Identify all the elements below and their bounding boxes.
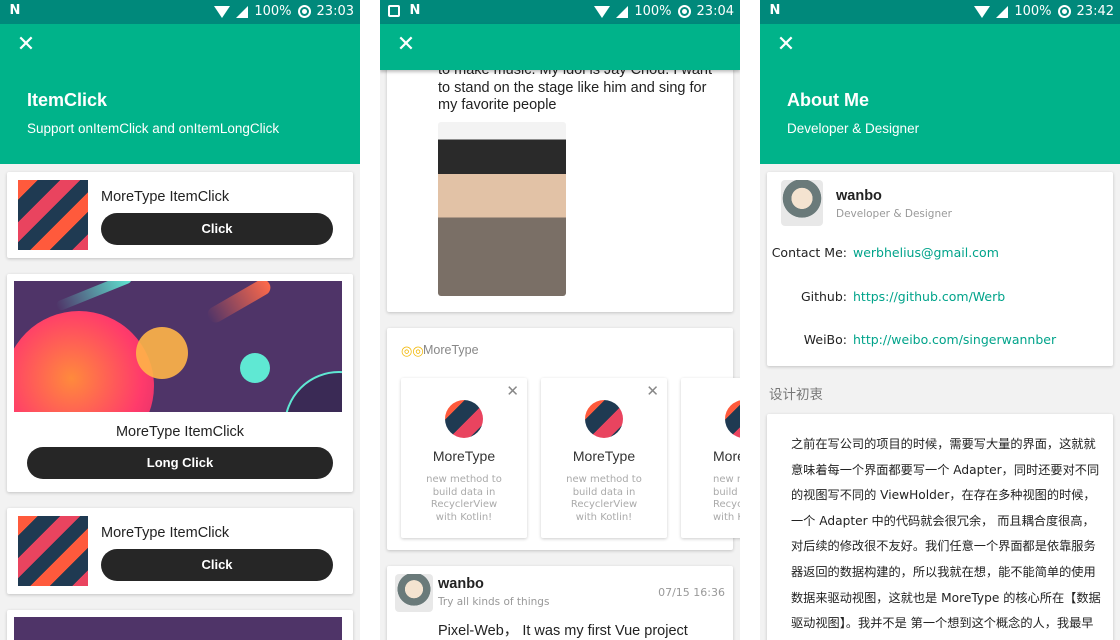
space-illustration (14, 281, 342, 412)
wifi-icon (974, 5, 991, 18)
dnd-icon (677, 5, 691, 18)
battery-text: 100% (1014, 4, 1052, 19)
clock: 23:42 (1076, 4, 1114, 19)
dnd-icon (297, 5, 311, 18)
status-bar: N 100% 23:42 (760, 0, 1120, 24)
glasses-icon: ◎◎ (401, 344, 424, 359)
moretype-card[interactable]: MoreType new method to build data in Rec… (681, 378, 740, 538)
click-button[interactable]: Click (101, 213, 333, 245)
screen-itemclick: N 100% 23:03 ✕ ItemClick Support onItemC… (0, 0, 360, 640)
wifi-icon (594, 5, 611, 18)
close-icon[interactable]: ✕ (646, 382, 659, 400)
close-icon[interactable]: ✕ (506, 382, 519, 400)
close-icon[interactable]: ✕ (15, 34, 37, 56)
list-item[interactable]: MoreType ItemClick Click (7, 172, 353, 258)
status-bar: N 100% 23:03 (0, 0, 360, 24)
weibo-link[interactable]: http://weibo.com/singerwannber (853, 332, 1056, 347)
moretype-logo-icon (725, 400, 740, 438)
section-title: 设计初衷 (769, 387, 823, 403)
status-bar: N 100% 23:04 (380, 0, 740, 24)
moretype-card[interactable]: ✕ MoreType new method to build data in R… (401, 378, 527, 538)
n-notification-icon: N (9, 3, 21, 18)
app-bar: ✕ ItemClick Support onItemClick and onIt… (0, 24, 360, 164)
signal-icon (236, 5, 249, 18)
profile-card: wanbo Developer & Designer Contact Me: w… (767, 172, 1113, 366)
signal-icon (996, 5, 1009, 18)
click-button[interactable]: Click (101, 549, 333, 581)
page-subtitle: Support onItemClick and onItemLongClick (27, 121, 280, 136)
page-subtitle: Developer & Designer (787, 121, 920, 136)
list-item[interactable]: MoreType ItemClick Click (7, 508, 353, 594)
clock: 23:03 (316, 4, 354, 19)
card-description: new method to build data in RecyclerView… (426, 474, 502, 523)
profile-name: wanbo (836, 188, 882, 204)
avatar (395, 574, 433, 612)
app-bar: ✕ (380, 24, 740, 70)
item-label: MoreType ItemClick (115, 424, 245, 440)
battery-text: 100% (634, 4, 672, 19)
card-title: MoreType (432, 448, 496, 464)
post-card[interactable]: to make music. My idol is Jay Chou. I wa… (387, 40, 733, 312)
battery-text: 100% (254, 4, 292, 19)
dnd-icon (1057, 5, 1071, 18)
github-link[interactable]: https://github.com/Werb (853, 289, 1005, 304)
author-tagline: Try all kinds of things (438, 596, 550, 608)
avatar (781, 180, 823, 226)
person-photo (438, 122, 566, 296)
signal-icon (616, 5, 629, 18)
long-click-button[interactable]: Long Click (27, 447, 333, 479)
section-title: MoreType (423, 343, 479, 357)
github-label: Github: (800, 289, 847, 304)
page-title: About Me (787, 90, 869, 110)
screen-feed: N 100% 23:04 ✕ to make music. My idol is… (380, 0, 740, 640)
moretype-logo-icon (445, 400, 483, 438)
weibo-label: WeiBo: (803, 332, 847, 347)
card-description: new method to build data in RecyclerView… (713, 474, 740, 523)
moretype-logo-icon (585, 400, 623, 438)
page-title: ItemClick (27, 90, 108, 110)
screen-about-me: N 100% 23:42 ✕ About Me Developer & Desi… (760, 0, 1120, 640)
card-description: new method to build data in RecyclerView… (566, 474, 642, 523)
contact-label: Contact Me: (771, 245, 847, 260)
item-label: MoreType ItemClick (101, 525, 230, 541)
app-bar: ✕ About Me Developer & Designer (760, 24, 1120, 164)
image-notification-icon (388, 5, 400, 17)
post-card[interactable]: wanbo Try all kinds of things 07/15 16:3… (387, 566, 733, 640)
description-text: 之前在写公司的项目的时候，需要写大量的界面，这就就意味着每一个界面都要写一个 A… (791, 437, 1101, 631)
close-icon[interactable]: ✕ (775, 34, 797, 56)
moretype-card[interactable]: ✕ MoreType new method to build data in R… (541, 378, 667, 538)
thumbnail-image (18, 180, 88, 250)
space-illustration (14, 617, 342, 640)
description-card: 之前在写公司的项目的时候，需要写大量的界面，这就就意味着每一个界面都要写一个 A… (767, 414, 1113, 640)
email-link[interactable]: werbhelius@gmail.com (853, 245, 999, 260)
thumbnail-image (18, 516, 88, 586)
list-item[interactable] (7, 610, 353, 640)
post-time: 07/15 16:36 (658, 586, 725, 599)
card-title: MoreType (572, 448, 636, 464)
profile-role: Developer & Designer (836, 208, 952, 220)
n-notification-icon: N (769, 3, 781, 18)
clock: 23:04 (696, 4, 734, 19)
item-label: MoreType ItemClick (101, 189, 230, 205)
list-item[interactable]: MoreType ItemClick Long Click (7, 274, 353, 492)
n-notification-icon: N (409, 3, 421, 18)
moretype-section: ◎◎ MoreType ✕ MoreType new method to bui… (387, 328, 740, 550)
close-icon[interactable]: ✕ (395, 34, 417, 56)
card-title: MoreType (713, 448, 740, 464)
post-text: Pixel-Web， It was my first Vue project (438, 623, 688, 639)
author-name: wanbo (438, 576, 484, 592)
wifi-icon (214, 5, 231, 18)
